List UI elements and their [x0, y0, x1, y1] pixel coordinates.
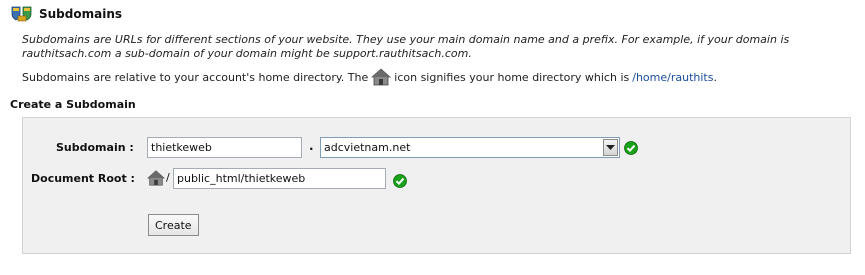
- green-check-icon: [393, 174, 407, 188]
- home-directory-note: Subdomains are relative to your account'…: [22, 68, 717, 86]
- create-subdomain-panel: Subdomain : . adcvietnam.net Document Ro…: [22, 117, 851, 254]
- create-button[interactable]: Create: [148, 214, 199, 236]
- chevron-down-icon[interactable]: [603, 139, 618, 156]
- domain-select[interactable]: adcvietnam.net: [320, 137, 620, 158]
- subdomain-label: Subdomain :: [56, 141, 134, 154]
- note-text-after: icon signifies your home directory which…: [394, 70, 630, 84]
- page-header: Subdomains: [10, 4, 122, 24]
- house-icon: [147, 170, 165, 186]
- create-subdomain-heading: Create a Subdomain: [10, 98, 136, 111]
- note-text-before: Subdomains are relative to your account'…: [22, 70, 369, 84]
- subdomains-shield-icon: [11, 6, 32, 22]
- domain-separator: .: [309, 139, 314, 153]
- green-check-icon: [624, 141, 638, 155]
- subdomain-input[interactable]: [147, 137, 302, 158]
- home-directory-link[interactable]: /home/rauthits: [632, 71, 713, 84]
- document-root-label: Document Root :: [31, 172, 135, 185]
- intro-text: Subdomains are URLs for different sectio…: [22, 33, 790, 60]
- house-icon: [371, 68, 392, 86]
- document-root-input[interactable]: [173, 168, 386, 189]
- docroot-slash: /: [166, 171, 170, 184]
- domain-select-value: adcvietnam.net: [324, 141, 411, 154]
- page-title: Subdomains: [39, 7, 123, 21]
